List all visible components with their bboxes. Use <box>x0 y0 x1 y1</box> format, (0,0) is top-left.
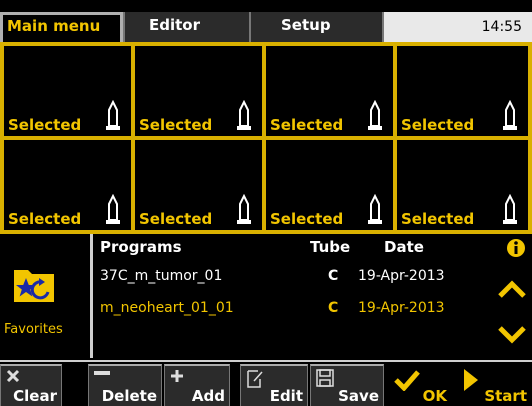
favorites-button[interactable]: Favorites <box>4 252 88 356</box>
program-name: 37C_m_tumor_01 <box>100 268 223 284</box>
tube-icon <box>106 194 120 224</box>
program-name: m_neoheart_01_01 <box>100 300 234 316</box>
delete-label: Delete <box>101 387 157 405</box>
star-folder-icon <box>14 270 54 302</box>
slot-5[interactable]: Selected <box>2 138 133 232</box>
column-header-date: Date <box>384 238 424 256</box>
program-tube: C <box>328 268 339 284</box>
add-button[interactable]: Add <box>164 364 230 406</box>
ok-label: OK <box>422 387 447 405</box>
add-label: Add <box>191 387 225 405</box>
info-icon[interactable] <box>506 238 526 258</box>
delete-button[interactable]: Delete <box>88 364 162 406</box>
program-tube: C <box>328 300 339 316</box>
clock: 14:55 <box>481 19 522 35</box>
slot-6[interactable]: Selected <box>133 138 264 232</box>
slot-label: Selected <box>270 116 344 134</box>
table-row[interactable]: 37C_m_tumor_01 C 19-Apr-2013 <box>96 268 486 290</box>
column-header-tube: Tube <box>310 238 351 256</box>
slot-2[interactable]: Selected <box>133 44 264 138</box>
toolbar: Clear Delete Add Edit Save OK Start <box>0 360 532 406</box>
edit-label: Edit <box>269 387 303 405</box>
slot-1[interactable]: Selected <box>2 44 133 138</box>
plus-icon <box>171 370 183 382</box>
tab-setup[interactable]: Setup <box>249 12 382 42</box>
save-button[interactable]: Save <box>310 364 384 406</box>
program-date: 19-Apr-2013 <box>358 300 445 316</box>
chevron-down-icon[interactable] <box>498 326 526 344</box>
tab-editor[interactable]: Editor <box>123 12 249 42</box>
ok-button[interactable]: OK <box>388 364 452 406</box>
tube-icon <box>237 194 251 224</box>
slot-label: Selected <box>139 210 213 228</box>
clear-label: Clear <box>13 387 57 405</box>
slot-label: Selected <box>8 116 82 134</box>
table-row-selected[interactable]: m_neoheart_01_01 C 19-Apr-2013 <box>96 300 486 322</box>
start-label: Start <box>484 387 527 405</box>
slot-label: Selected <box>139 116 213 134</box>
slot-label: Selected <box>401 116 475 134</box>
slot-7[interactable]: Selected <box>264 138 395 232</box>
tube-icon <box>237 100 251 130</box>
tube-icon <box>368 194 382 224</box>
vertical-divider <box>90 234 93 358</box>
slot-3[interactable]: Selected <box>264 44 395 138</box>
tab-main-menu[interactable]: Main menu <box>0 12 123 42</box>
slot-grid: Selected Selected Selected Selected Sele… <box>0 42 532 234</box>
x-icon <box>6 369 20 383</box>
slot-label: Selected <box>401 210 475 228</box>
tube-icon <box>503 100 517 130</box>
save-label: Save <box>338 387 379 405</box>
edit-button[interactable]: Edit <box>240 364 308 406</box>
minus-icon <box>94 371 110 375</box>
chevron-up-icon[interactable] <box>498 280 526 298</box>
play-icon <box>464 369 478 391</box>
tube-icon <box>106 100 120 130</box>
tube-icon <box>368 100 382 130</box>
tube-icon <box>503 194 517 224</box>
program-date: 19-Apr-2013 <box>358 268 445 284</box>
slot-label: Selected <box>8 210 82 228</box>
check-icon <box>394 370 420 391</box>
column-header-programs: Programs <box>100 238 182 256</box>
start-button[interactable]: Start <box>458 364 532 406</box>
program-area: Favorites Programs Tube Date 37C_m_tumor… <box>0 234 532 360</box>
save-icon <box>316 369 334 387</box>
slot-8[interactable]: Selected <box>395 138 530 232</box>
favorites-label: Favorites <box>4 322 63 337</box>
clear-button[interactable]: Clear <box>0 364 62 406</box>
slot-4[interactable]: Selected <box>395 44 530 138</box>
tab-bar: Main menu Editor Setup 14:55 <box>0 0 532 42</box>
edit-icon <box>247 370 263 388</box>
slot-label: Selected <box>270 210 344 228</box>
